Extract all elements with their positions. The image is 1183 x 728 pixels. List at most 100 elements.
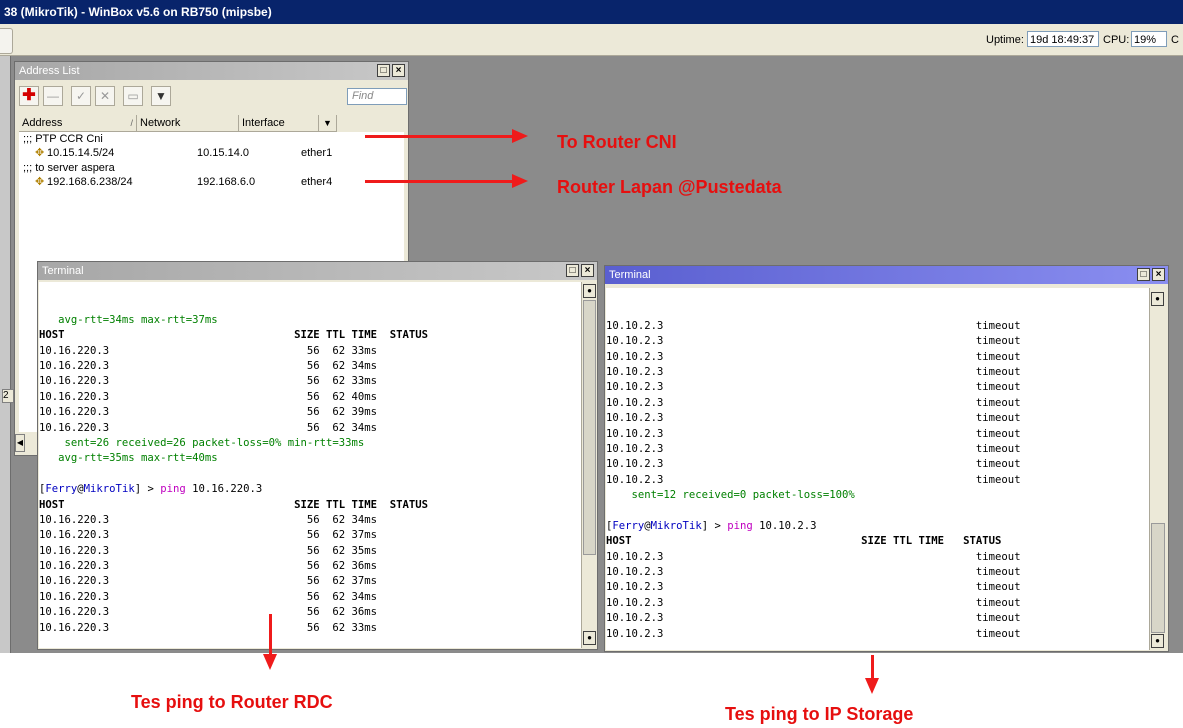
terminal-line: 10.16.220.3 56 62 34ms [39,421,378,434]
annotation-arrow-lapan-shaft [365,180,515,183]
add-icon[interactable]: ✚ [19,86,39,106]
annotation-arrow-rdc-head [263,654,277,670]
terminal-line: 10.16.220.3 56 62 33ms [39,621,378,634]
uptime-label: Uptime: [986,34,1024,46]
cell-network: 10.15.14.0 [197,147,249,159]
terminal-line: 10.16.220.3 56 62 37ms [39,529,378,542]
annotation-arrow-storage-shaft [871,655,874,680]
annotation-to-router-cni: To Router CNI [557,132,677,152]
scroll-thumb[interactable] [1151,523,1165,633]
columns-dropdown-icon[interactable]: ▼ [319,115,337,132]
comment-row[interactable]: ;;; PTP CCR Cni [23,132,103,146]
cell-network: 192.168.6.0 [197,176,256,188]
terminal-line: 10.10.2.3 timeout [606,581,1021,594]
status-item-count: 2 it [2,389,14,403]
uptime-value: 19d 18:49:37 [1027,31,1099,47]
scroll-left-icon[interactable]: ◀ [15,434,25,452]
terminal-line: avg-rtt=35ms max-rtt=40ms [39,452,218,465]
scroll-up-icon[interactable]: ● [1151,292,1164,306]
terminal-right-title[interactable]: Terminal [605,266,1168,284]
cpu-label: CPU: [1103,34,1130,46]
close-icon[interactable]: × [581,264,594,277]
terminal-line: 10.16.220.3 56 62 35ms [39,544,378,557]
terminal-left-output[interactable]: avg-rtt=34ms max-rtt=37ms HOST SIZE TTL T… [39,282,581,648]
main-toolbar: Uptime: 19d 18:49:37 CPU: 19% C [0,24,1183,56]
close-icon[interactable]: × [1152,268,1165,281]
column-header-address[interactable]: Address / [19,115,137,132]
terminal-line: 10.16.220.3 56 62 33ms [39,375,378,388]
terminal-line: avg-rtt=34ms max-rtt=37ms [39,313,218,326]
terminal-left-scrollbar[interactable]: ● ● [581,282,597,648]
terminal-line: 10.10.2.3 timeout [606,335,1021,348]
annotation-arrow-cni-head [512,129,528,143]
window-title-bar[interactable]: 38 (MikroTik) - WinBox v5.6 on RB750 (mi… [0,0,1183,24]
comment-row[interactable]: ;;; to server aspera [23,161,115,175]
cpu-value: 19% [1131,31,1167,47]
terminal-line: HOST SIZE TTL TIME STATUS [39,329,429,342]
scroll-down-icon[interactable]: ● [583,631,596,645]
scroll-down-icon[interactable]: ● [1151,634,1164,648]
terminal-line: 10.10.2.3 timeout [606,473,1021,486]
terminal-line: 10.16.220.3 56 62 34ms [39,513,378,526]
terminal-window-left: Terminal □ × avg-rtt=34ms max-rtt=37ms HO… [37,261,598,650]
sort-icon: / [130,118,133,128]
terminal-right-output[interactable]: 10.10.2.3 timeout 10.10.2.3 timeout 10.10.… [606,288,1149,650]
maximize-icon[interactable]: □ [377,64,390,77]
terminal-line: 10.10.2.3 timeout [606,412,1021,425]
cell-interface: ether4 [301,176,333,188]
address-list-title[interactable]: Address List [15,62,408,80]
terminal-line: 10.10.2.3 timeout [606,550,1021,563]
terminal-line: 10.10.2.3 timeout [606,442,1021,455]
terminal-line: HOST SIZE TTL TIME STATUS [39,498,429,511]
annotation-arrow-storage-head [865,678,879,694]
terminal-line: 10.10.2.3 timeout [606,612,1021,625]
address-list-title-text: Address List [19,65,80,77]
cell-interface: ether1 [301,147,333,159]
find-input[interactable]: Find [347,88,407,105]
maximize-icon[interactable]: □ [1137,268,1150,281]
terminal-line: HOST SIZE TTL TIME STATUS [606,535,1002,548]
terminal-line: 10.16.220.3 56 62 40ms [39,390,378,403]
terminal-left-title[interactable]: Terminal [38,262,597,280]
annotation-tes-ping-rdc: Tes ping to Router RDC [131,692,333,712]
terminal-right-scrollbar[interactable]: ● ● [1149,288,1166,650]
terminal-left-title-text: Terminal [42,265,84,277]
terminal-line: 10.10.2.3 timeout [606,596,1021,609]
annotation-tes-ping-storage: Tes ping to IP Storage [725,704,914,724]
table-row[interactable]: ✥ 192.168.6.238/24 192.168.6.0 ether4 [19,175,404,189]
annotation-router-lapan: Router Lapan @Pustedata [557,177,782,197]
terminal-line: 10.10.2.3 timeout [606,319,1021,332]
column-header-address-label: Address [22,117,63,129]
terminal-line: 10.16.220.3 56 62 36ms [39,560,378,573]
terminal-line: 10.10.2.3 timeout [606,566,1021,579]
close-icon[interactable]: × [392,64,405,77]
annotation-arrow-lapan-head [512,174,528,188]
terminal-line: 10.16.220.3 56 62 39ms [39,406,378,419]
terminal-line: 10.10.2.3 timeout [606,381,1021,394]
terminal-right-title-text: Terminal [609,269,651,281]
column-header-interface[interactable]: Interface [239,115,319,132]
remove-icon[interactable]: — [43,86,63,106]
cell-address: 10.15.14.5/24 [47,147,115,159]
scroll-up-icon[interactable]: ● [583,284,596,298]
comment-icon[interactable]: ▭ [123,86,143,106]
terminal-line: 10.10.2.3 timeout [606,627,1021,640]
toolbar-handle[interactable] [0,28,13,54]
terminal-line: [Ferry@MikroTik] > ping 10.10.2.3 [606,519,817,532]
scroll-thumb[interactable] [583,300,596,555]
terminal-line: [Ferry@MikroTik] > ping 10.16.220.3 [39,483,263,496]
enable-icon[interactable]: ✓ [71,86,91,106]
terminal-line: 10.16.220.3 56 62 34ms [39,359,378,372]
left-dock-strip [0,56,11,653]
disable-icon[interactable]: ✕ [95,86,115,106]
annotation-arrow-rdc-shaft [269,614,272,656]
column-header-network[interactable]: Network [137,115,239,132]
cell-address: 192.168.6.238/24 [47,176,133,188]
address-entry-icon: ✥ [35,176,45,188]
filter-icon[interactable]: ▼ [151,86,171,106]
table-row[interactable]: ✥ 10.15.14.5/24 10.15.14.0 ether1 [19,146,404,160]
annotation-arrow-cni-shaft [365,135,515,138]
maximize-icon[interactable]: □ [566,264,579,277]
